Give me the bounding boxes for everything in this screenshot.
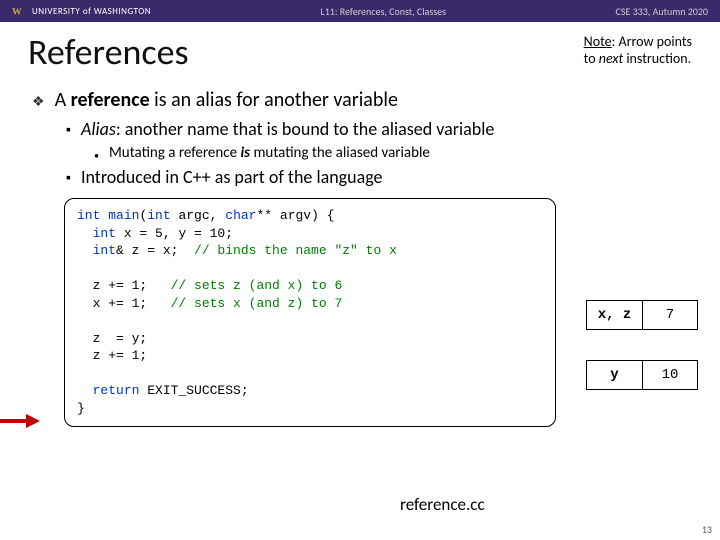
c-l3c: & z = x;	[116, 243, 194, 258]
lvl2a-text: Alias: another name that is bound to the…	[81, 118, 494, 140]
lecture-title: L11: References, Const, Classes	[321, 5, 447, 18]
uw-logo-icon: W	[12, 4, 26, 18]
lvl3-text: Mutating a reference is mutating the ali…	[109, 144, 430, 162]
mem-label-y: y	[586, 360, 642, 390]
c-l1a: int	[77, 208, 100, 223]
c-l3b: int	[93, 243, 116, 258]
instruction-arrow-icon	[0, 414, 40, 428]
uw-text: UNIVERSITY of WASHINGTON	[32, 6, 151, 17]
page-title: References	[28, 30, 189, 74]
note-box: Note: Arrow points to next instruction.	[584, 34, 692, 68]
c-l1h: ** argv) {	[256, 208, 334, 223]
l3-post: mutating the aliased variable	[250, 144, 430, 162]
bullet-lvl2-b: ▪ Introduced in C++ as part of the langu…	[66, 166, 692, 188]
c-l5a: z += 1;	[77, 278, 171, 293]
note-l2-pre: to	[584, 50, 599, 67]
square-bullet-icon: ▪	[66, 169, 71, 188]
c-l1f: argc,	[171, 208, 226, 223]
filename-label: reference.cc	[400, 494, 485, 515]
c-l3d: // binds the name "z" to x	[194, 243, 397, 258]
svg-text:W: W	[12, 7, 22, 18]
lvl2b-text: Introduced in C++ as part of the languag…	[81, 166, 383, 188]
l1-b: reference	[71, 88, 150, 112]
header-row: References Note: Arrow points to next in…	[28, 30, 692, 74]
mem-label-xz: x, z	[586, 300, 642, 330]
c-l12: }	[77, 401, 85, 416]
mem-val-xz: 7	[642, 300, 698, 330]
topbar: W UNIVERSITY of WASHINGTON L11: Referenc…	[0, 0, 720, 22]
topbar-left: W UNIVERSITY of WASHINGTON	[12, 4, 151, 18]
code-block: int main(int argc, char** argv) { int x …	[64, 198, 556, 427]
page-number: 13	[702, 523, 712, 536]
memory-row-xz: x, z 7	[586, 300, 698, 330]
c-l9: z += 1;	[77, 348, 147, 363]
l1-pre: A	[55, 88, 71, 112]
course-term: CSE 333, Autumn 2020	[616, 5, 708, 18]
c-l1e: int	[147, 208, 170, 223]
lvl1-text: A reference is an alias for another vari…	[55, 88, 398, 112]
bullet-lvl3: • Mutating a reference is mutating the a…	[94, 144, 692, 162]
bullet-lvl2-a: ▪ Alias: another name that is bound to t…	[66, 118, 692, 140]
note-underline: Note	[584, 33, 612, 50]
c-l5b: // sets z (and x) to 6	[171, 278, 343, 293]
l3-pre: Mutating a reference	[109, 144, 240, 162]
c-l2a	[77, 226, 93, 241]
mem-val-y: 10	[642, 360, 698, 390]
c-l11c: EXIT_SUCCESS;	[139, 383, 248, 398]
l2a-post: : another name that is bound to the alia…	[116, 118, 494, 140]
note-l1-rest: : Arrow points	[612, 33, 692, 50]
note-l2-post: instruction.	[623, 50, 691, 67]
c-l11a	[77, 383, 93, 398]
diamond-bullet-icon: ❖	[32, 93, 45, 112]
c-l1c: main	[108, 208, 139, 223]
square-bullet-icon: ▪	[66, 121, 71, 140]
note-l2-i: next	[599, 50, 623, 67]
c-l6a: x += 1;	[77, 296, 171, 311]
memory-row-y: y 10	[586, 360, 698, 390]
l1-post: is an alias for another variable	[150, 88, 398, 112]
c-l6b: // sets x (and z) to 7	[171, 296, 343, 311]
dot-bullet-icon: •	[94, 149, 99, 162]
c-l3a	[77, 243, 93, 258]
c-l8: z = y;	[77, 331, 147, 346]
c-l2c: x = 5, y = 10;	[116, 226, 233, 241]
c-l1g: char	[225, 208, 256, 223]
c-l11b: return	[93, 383, 140, 398]
l3-bi: is	[240, 144, 250, 162]
l2a-i: Alias	[81, 118, 116, 140]
c-l2b: int	[93, 226, 116, 241]
bullet-lvl1: ❖ A reference is an alias for another va…	[32, 88, 692, 112]
